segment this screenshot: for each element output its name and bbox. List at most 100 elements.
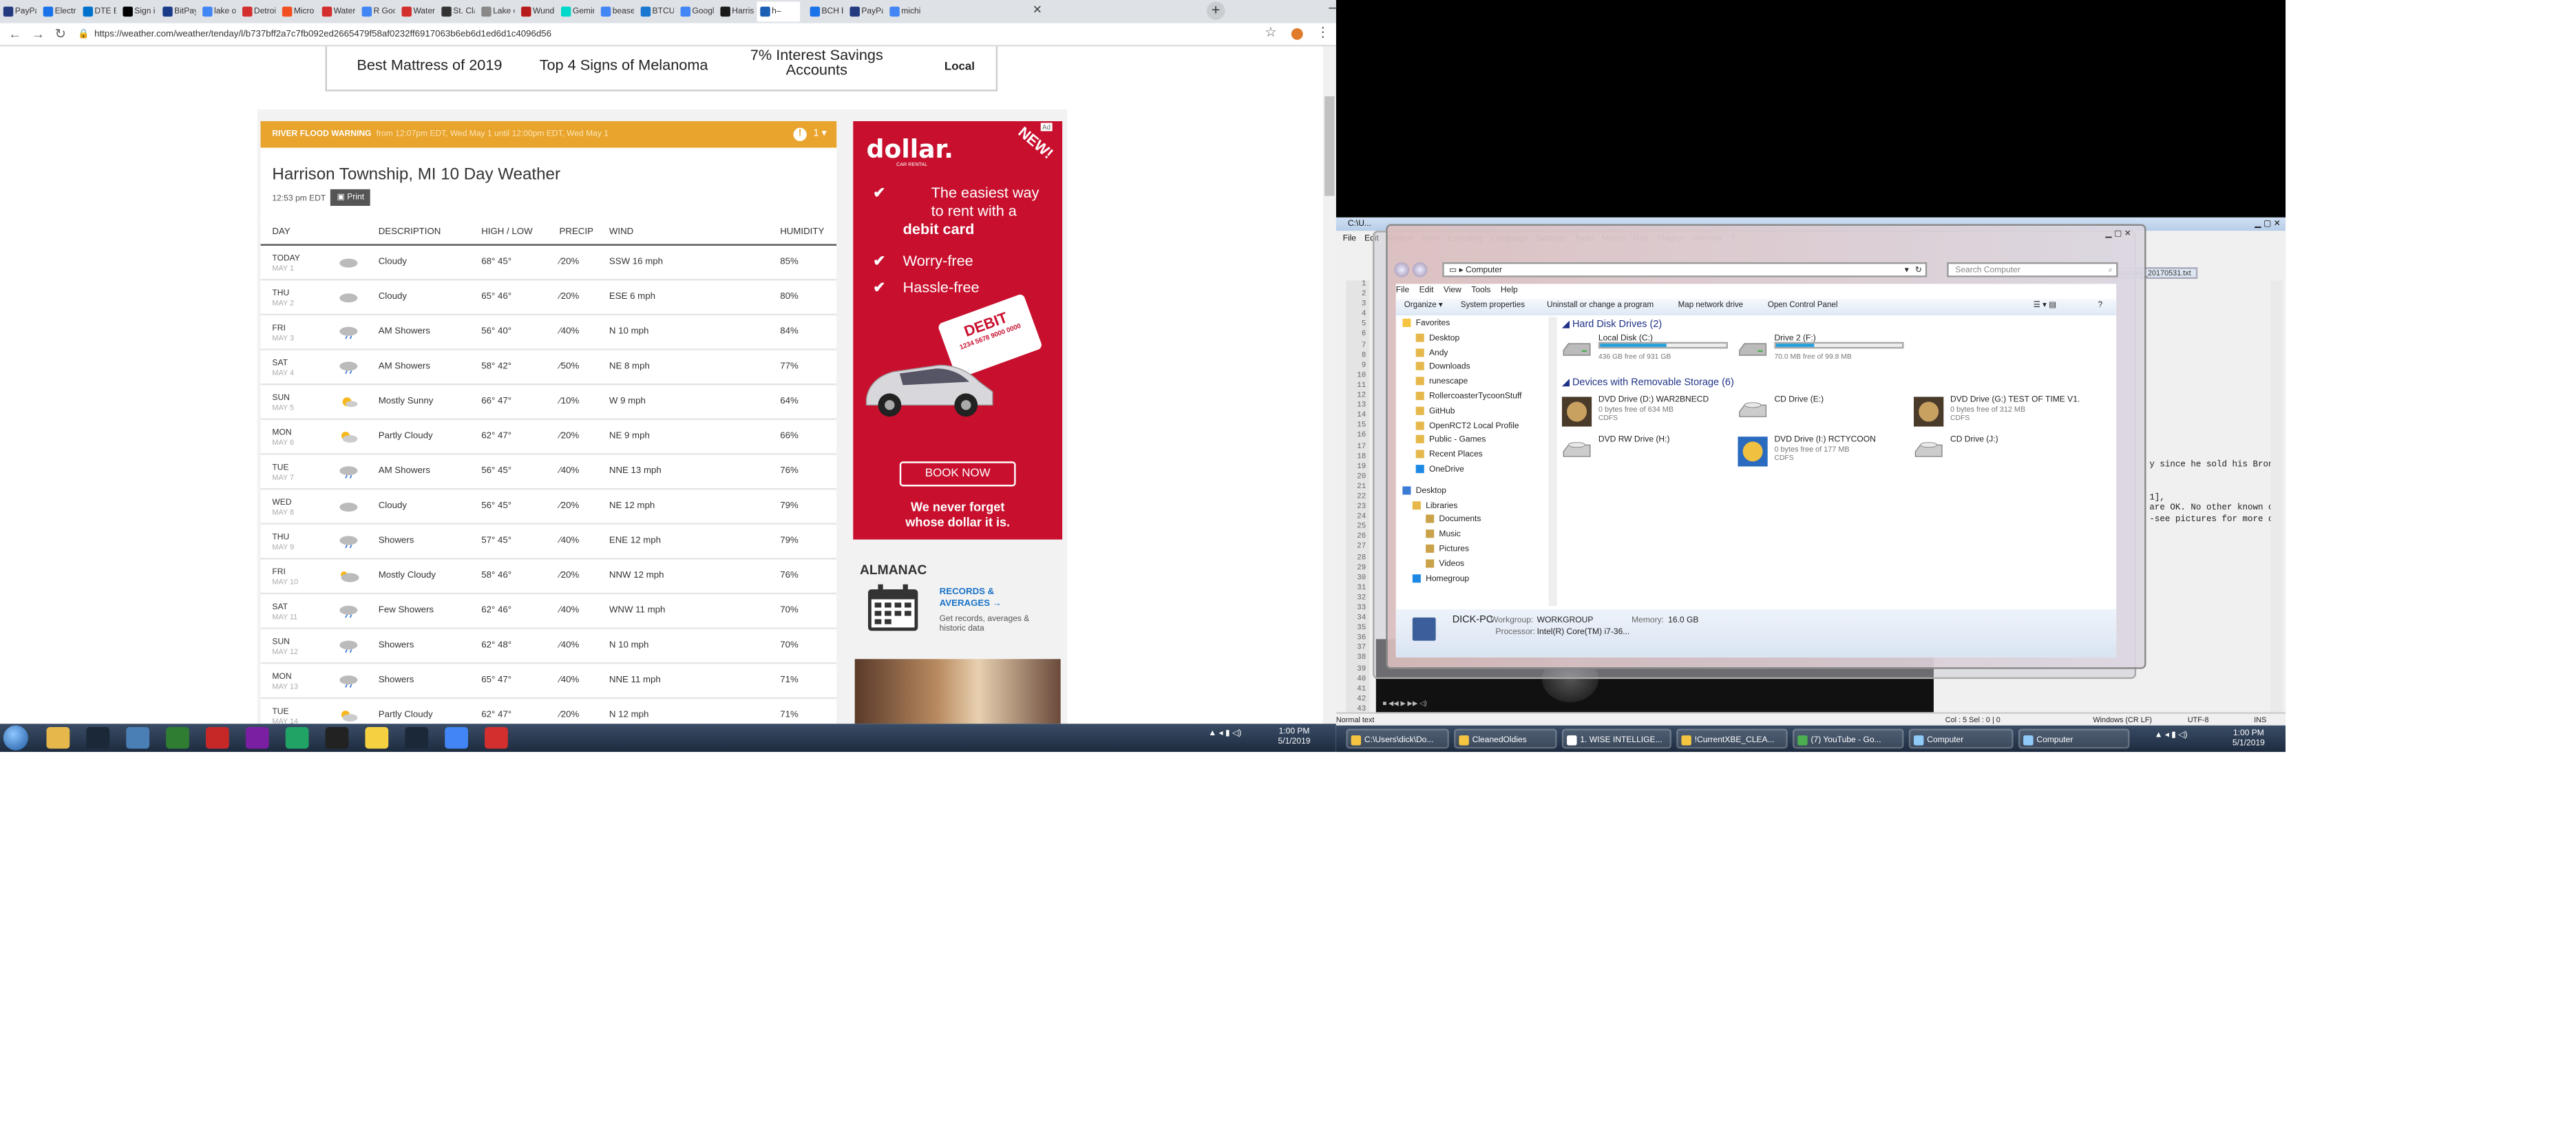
ad-link-savings[interactable]: 7% Interest Savings Accounts — [750, 48, 883, 78]
records-averages-link[interactable]: RECORDS & AVERAGES → — [940, 588, 1039, 611]
ad-link-mattress[interactable]: Best Mattress of 2019 — [357, 56, 502, 73]
nav-folder-item[interactable]: Desktop — [1415, 332, 1459, 346]
removable-drive-item[interactable]: DVD Drive (I:) RCTYCOON 0 bytes free of 1… — [1738, 433, 1917, 470]
nav-favorites-item[interactable]: Favorites — [1402, 317, 1450, 332]
forecast-row[interactable]: THU MAY 9 Showers 57° 45° ⁄40% ENE 12 mph 79% — [260, 525, 837, 560]
extension-icon[interactable] — [1291, 28, 1303, 40]
explorer-window-controls[interactable]: ▁ ▢ ✕ — [2105, 229, 2131, 239]
network-taskbar-icon[interactable] — [126, 727, 149, 749]
reload-icon[interactable]: ↻ — [55, 27, 66, 42]
nav-folder-item[interactable]: Recent Places — [1415, 448, 1483, 463]
nav-library-item[interactable]: Music — [1426, 528, 1461, 543]
taskbar-window-button[interactable]: 1. WISE INTELLIGE... — [1561, 728, 1671, 749]
forward-icon[interactable]: → — [32, 27, 45, 42]
refresh-icon[interactable]: ↻ — [1915, 264, 1922, 277]
col-day[interactable]: DAY — [272, 227, 290, 237]
nav-library-item[interactable]: Documents — [1426, 514, 1481, 528]
pycharm-taskbar-icon[interactable] — [285, 727, 309, 749]
browser-tab[interactable]: DTE E — [80, 1, 116, 21]
removable-drive-item[interactable]: CD Drive (E:) — [1738, 393, 1917, 430]
forward-icon[interactable] — [1412, 262, 1428, 277]
nav-library-item[interactable]: Pictures — [1426, 543, 1469, 557]
browser-tab[interactable]: Detroi — [239, 1, 275, 21]
back-icon[interactable] — [1394, 262, 1410, 277]
folder-taskbar-icon[interactable] — [46, 727, 70, 749]
photo-ad[interactable] — [854, 659, 1061, 724]
browser-tab[interactable]: lake o — [199, 1, 235, 21]
nav-folder-item[interactable]: runescape — [1415, 375, 1468, 390]
nav-library-item[interactable]: Videos — [1426, 558, 1464, 572]
nav-folder-item[interactable]: Public - Games — [1415, 434, 1486, 448]
nav-folder-item[interactable]: Andy — [1415, 346, 1448, 361]
navigation-scrollbar[interactable] — [1548, 317, 1557, 607]
acrobat-taskbar-icon[interactable] — [485, 727, 508, 749]
notepad-window-controls[interactable]: ▁ ▢ ✕ — [2255, 218, 2280, 231]
forecast-row[interactable]: SUN MAY 12 Showers 62° 48° ⁄40% N 10 mph 70% — [260, 629, 837, 664]
print-button[interactable]: ▣ Print — [330, 189, 371, 206]
browser-tab[interactable]: BitPay — [159, 1, 196, 21]
browser-tab[interactable]: Lake o — [478, 1, 514, 21]
col-precip[interactable]: PRECIP — [560, 227, 593, 237]
explorer-menu-edit[interactable]: Edit — [1419, 286, 1434, 295]
removable-drive-item[interactable]: DVD RW Drive (H:) — [1562, 433, 1741, 470]
start-button[interactable] — [3, 725, 28, 750]
close-tab-icon[interactable]: ✕ — [1033, 3, 1042, 17]
browser-tab[interactable]: Googl — [677, 1, 714, 21]
forecast-row[interactable]: TODAY MAY 1 Cloudy 68° 45° ⁄20% SSW 16 mph 85% — [260, 246, 837, 281]
steam2-taskbar-icon[interactable] — [405, 727, 429, 749]
hard-drive-item[interactable]: Local Disk (C:) 436 GB free of 931 GB — [1562, 332, 1741, 368]
chevron-down-icon[interactable]: 1 ▾ — [813, 121, 826, 148]
explorer-menu-tools[interactable]: Tools — [1471, 286, 1490, 295]
explorer-search-input[interactable]: Search Computer ⌕ — [1947, 262, 2118, 277]
taskbar-clock[interactable]: 1:00 PM 5/1/2019 — [2232, 728, 2265, 748]
bag-taskbar-icon[interactable] — [205, 727, 229, 749]
forecast-row[interactable]: SUN MAY 5 Mostly Sunny 66° 47° ⁄10% W 9 mph 64… — [260, 385, 837, 421]
forecast-row[interactable]: WED MAY 8 Cloudy 56° 45° ⁄20% NE 12 mph 79% — [260, 490, 837, 525]
chevron-down-icon[interactable]: ▾ — [1905, 264, 1909, 277]
page-scrollbar[interactable] — [1322, 46, 1336, 724]
menu-icon[interactable]: ⋮ — [1316, 25, 1329, 40]
browser-tab[interactable]: Harris — [717, 1, 754, 21]
removable-drive-item[interactable]: DVD Drive (G:) TEST OF TIME V1. 0 bytes f… — [1913, 393, 2093, 430]
taskbar-window-button[interactable]: Computer — [2018, 728, 2130, 749]
nav-folder-item[interactable]: GitHub — [1415, 405, 1455, 419]
view-options-icon[interactable]: ☰ ▾ ▤ — [2034, 299, 2057, 315]
explorer-menu-view[interactable]: View — [1444, 286, 1461, 295]
removable-drive-item[interactable]: CD Drive (J:) — [1914, 433, 2093, 470]
notepad-scrollbar[interactable] — [2270, 280, 2283, 716]
explorer-address-bar[interactable]: ▭ ▸ Computer ▾ ↻ — [1442, 262, 1928, 277]
forecast-row[interactable]: FRI MAY 10 Mostly Cloudy 58° 46° ⁄20% NNW 12 … — [260, 560, 837, 595]
nav-libraries-item[interactable]: Libraries — [1412, 499, 1457, 514]
browser-tab[interactable]: michi — [887, 1, 923, 21]
command-2[interactable]: Uninstall or change a program — [1547, 299, 1654, 315]
bookmark-star-icon[interactable]: ☆ — [1265, 25, 1276, 40]
book-now-button[interactable]: BOOK NOW — [899, 461, 1016, 487]
browser-tab[interactable]: BTCUS — [637, 1, 674, 21]
ad-choices-badge[interactable]: Ad — [1040, 123, 1053, 132]
hdd-group-header[interactable]: ◢ Hard Disk Drives (2) — [1562, 319, 1662, 330]
browser-tab[interactable]: Electr — [40, 1, 76, 21]
browser-tab[interactable]: h– — [757, 1, 801, 22]
forecast-row[interactable]: MON MAY 6 Partly Cloudy 62° 47° ⁄20% NE 9 mph… — [260, 420, 837, 455]
nav-homegroup-item[interactable]: Homegroup — [1412, 572, 1469, 587]
terminal-taskbar-icon[interactable] — [325, 727, 349, 749]
minimize-icon[interactable]: – — [1329, 0, 1336, 15]
browser-tab[interactable]: Sign i — [120, 1, 156, 21]
browser-tab[interactable]: bease — [598, 1, 634, 21]
help-icon[interactable]: ? — [2098, 299, 2102, 315]
chrome-taskbar-icon[interactable] — [445, 727, 468, 749]
command-3[interactable]: Map network drive — [1678, 299, 1744, 315]
browser-tab[interactable]: R Goo — [359, 1, 395, 21]
explorer-menu-file[interactable]: File — [1396, 286, 1409, 295]
taskbar-clock[interactable]: 1:00 PM 5/1/2019 — [1278, 727, 1311, 747]
system-tray[interactable]: ▲ ◂ ▮ ◁) — [1208, 728, 1241, 738]
back-icon[interactable]: ← — [8, 27, 21, 42]
forecast-row[interactable]: SAT MAY 4 AM Showers 58° 42° ⁄50% NE 8 mph 77% — [260, 350, 837, 386]
browser-tab[interactable]: PayPa — [847, 1, 883, 21]
address-bar[interactable]: 🔒 https://weather.com/weather/tenday/l/b7… — [78, 27, 1240, 43]
media-controls[interactable]: ■ ◀◀ ▶ ▶▶ ◁) — [1382, 699, 1426, 707]
col-description[interactable]: DESCRIPTION — [379, 227, 441, 237]
steam-taskbar-icon[interactable] — [86, 727, 110, 749]
removable-group-header[interactable]: ◢ Devices with Removable Storage (6) — [1562, 377, 1734, 388]
browser-tab[interactable]: Gemin — [558, 1, 594, 21]
